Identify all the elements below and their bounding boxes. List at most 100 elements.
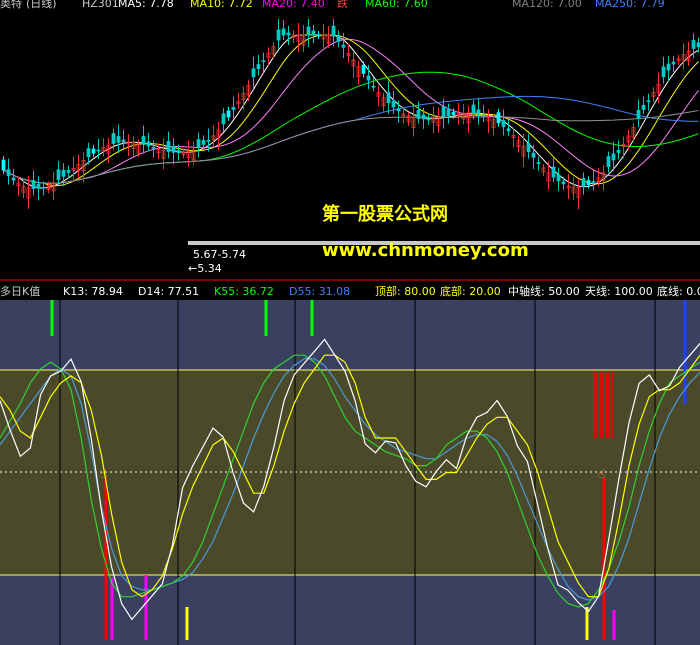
candle-body (341, 44, 346, 48)
candle-body (416, 110, 421, 119)
candle-body (66, 170, 71, 173)
period-label: (日线) (26, 0, 57, 10)
candle-body (446, 109, 451, 116)
candle-body (386, 92, 391, 104)
candle-body (666, 63, 671, 71)
candle-body (286, 32, 291, 36)
candle-body (61, 169, 66, 177)
candle-body (336, 34, 341, 42)
candle-body (311, 30, 316, 36)
candle-body (226, 110, 231, 118)
ma120-label: MA120: 7.00 (512, 0, 582, 10)
top-level-label: 顶部: 80.00 (375, 284, 436, 298)
candle-body (646, 100, 651, 103)
candle-body (641, 105, 646, 110)
bottom-level-label: 底部: 20.00 (440, 284, 501, 298)
ma10-label: MA10: 7.72 (190, 0, 253, 10)
stock-name: 奥特 (0, 0, 22, 10)
ma20-label: MA20: 7.40 (262, 0, 325, 10)
d14-label: D14: 77.51 (138, 285, 199, 298)
sky-level-label: 天线: 100.00 (585, 284, 653, 298)
candle-body (316, 34, 321, 37)
candle-body (206, 140, 211, 142)
candle-body (426, 118, 431, 121)
candle-body (371, 85, 376, 88)
candle-body (96, 149, 101, 152)
candle-body (586, 180, 591, 185)
candle-body (146, 141, 151, 147)
candle-body (6, 169, 11, 176)
candle-body (536, 162, 541, 165)
candle-body (91, 148, 96, 154)
candle-body (591, 181, 596, 183)
candle-body (221, 113, 226, 125)
d55-label: D55: 31.08 (289, 285, 350, 298)
mid-level-label: 中轴线: 50.00 (508, 284, 580, 298)
candle-body (86, 148, 91, 158)
candle-body (471, 104, 476, 114)
candle-body (526, 143, 531, 152)
code-label: HZ301 (82, 0, 119, 10)
candle-body (116, 136, 121, 143)
candle-body (56, 169, 61, 181)
candle-body (581, 178, 586, 187)
candle-body (671, 61, 676, 65)
candle-body (691, 40, 696, 49)
candle-body (561, 181, 566, 185)
ma5-label: MA5: 7.78 (118, 0, 174, 10)
candle-body (636, 109, 641, 119)
candle-body (501, 120, 506, 127)
candle-body (166, 141, 171, 152)
chart-canvas: 5.67-5.74 ←5.34 第一股票公式网 www.chnmoney.com… (0, 0, 700, 645)
candle-body (121, 139, 126, 143)
candle-body (36, 183, 41, 189)
candle-body (606, 156, 611, 168)
candle-body (331, 25, 336, 37)
indicator-panel: ☝ ☝ (0, 300, 700, 645)
low-price-annotation: ←5.34 (188, 262, 222, 275)
extra-label: 跌 (337, 0, 348, 10)
candle-body (281, 28, 286, 36)
hand-icon: ☝ (598, 467, 605, 481)
candle-body (256, 64, 261, 70)
candle-body (361, 64, 366, 74)
candle-body (31, 180, 36, 190)
indicator-name: 多日K值 (0, 284, 40, 298)
candle-body (196, 139, 201, 149)
candle-body (41, 186, 46, 189)
candle-body (251, 68, 256, 78)
candle-body (141, 136, 146, 145)
ma60-label: MA60: 7.60 (365, 0, 428, 10)
candle-body (151, 147, 156, 149)
candle-body (441, 106, 446, 117)
low-range-annotation: 5.67-5.74 (193, 248, 246, 261)
candle-body (306, 26, 311, 36)
k13-label: K13: 78.94 (63, 285, 123, 298)
candle-body (11, 177, 16, 181)
candle-body (201, 140, 206, 145)
candle-body (231, 107, 236, 110)
candle-body (551, 166, 556, 178)
candle-body (616, 150, 621, 153)
candle-body (111, 133, 116, 144)
k55-label: K55: 36.72 (214, 285, 274, 298)
candle-body (171, 145, 176, 153)
candle-body (261, 60, 266, 63)
candle-body (496, 112, 501, 124)
ma250-label: MA250: 7.79 (595, 0, 665, 10)
floor-level-label: 底线: 0.0 (657, 284, 700, 298)
candle-body (421, 114, 426, 120)
candle-body (476, 109, 481, 115)
price-panel: 5.67-5.74 ←5.34 第一股票公式网 www.chnmoney.com… (0, 0, 700, 278)
candle-body (396, 108, 401, 112)
indicator-header: 多日K值 K13: 78.94 D14: 77.51 K55: 36.72 D5… (0, 282, 700, 299)
candle-body (276, 29, 281, 41)
candle-body (1, 159, 6, 171)
candle-body (451, 112, 456, 115)
candle-body (391, 100, 396, 108)
panel-divider (0, 279, 700, 281)
watermark-title: 第一股票公式网 (322, 203, 448, 225)
candle-body (506, 128, 511, 132)
candle-body (611, 153, 616, 161)
candle-body (661, 66, 666, 78)
